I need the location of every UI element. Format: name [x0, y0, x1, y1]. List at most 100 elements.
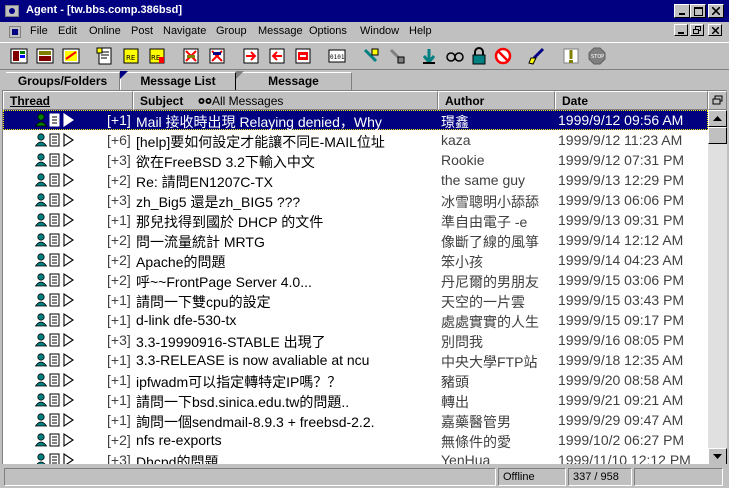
- message-author: 丹尼爾的男朋友: [441, 274, 539, 290]
- message-date: 1999/9/15 03:06 PM: [558, 272, 685, 288]
- person-icon: [35, 413, 48, 427]
- toolbar-button-17[interactable]: [468, 45, 490, 67]
- message-row[interactable]: [+1] d-link dfe-530-tx 處處實實的人生 1999/9/15 09…: [3, 310, 708, 330]
- message-row[interactable]: [+3] zh_Big5 還是zh_BIG5 ??? 冰雪聰明小舔舔 1999/9/1…: [3, 190, 708, 210]
- column-subject[interactable]: Subject All Messages: [133, 91, 438, 110]
- column-chooser-button[interactable]: [708, 91, 727, 110]
- vertical-scrollbar[interactable]: [708, 110, 727, 464]
- person-icon: [35, 173, 48, 187]
- toolbar-button-11[interactable]: [292, 45, 314, 67]
- menu-window[interactable]: Window: [360, 25, 399, 37]
- message-row[interactable]: [+1] 3.3-RELEASE is now avaliable at ncu 中…: [3, 350, 708, 370]
- toolbar-button-12[interactable]: 0101: [326, 45, 348, 67]
- tab-groups-folders[interactable]: Groups/Folders: [6, 72, 120, 90]
- thread-count: [+6]: [107, 132, 131, 148]
- message-row[interactable]: [+1] Mail 接收時出現 Relaying denied，Why 璟鑫 1999…: [3, 110, 708, 130]
- previous-icon: [269, 48, 285, 64]
- mdi-minimize-button[interactable]: [674, 24, 688, 36]
- menu-navigate[interactable]: Navigate: [163, 25, 206, 37]
- scroll-up-button[interactable]: [708, 110, 727, 127]
- message-status-icons: [35, 353, 74, 367]
- tab-message-list[interactable]: Message List: [120, 72, 236, 90]
- close-button[interactable]: [708, 4, 724, 18]
- status-message-pane: [4, 468, 496, 486]
- maximize-button[interactable]: [690, 4, 706, 18]
- toolbar-button-7[interactable]: [180, 45, 202, 67]
- message-row[interactable]: [+1] ipfwadm可以指定轉特定IP嗎？？ 豬頭 1999/9/20 08:58…: [3, 370, 708, 390]
- message-row[interactable]: [+2] 呼~~FrontPage Server 4.0... 丹尼爾的男朋友 199…: [3, 270, 708, 290]
- tab-message[interactable]: Message: [236, 72, 352, 90]
- message-subject: Apache的問題: [136, 254, 226, 270]
- person-icon: [35, 393, 48, 407]
- toolbar-button-4[interactable]: [94, 45, 116, 67]
- title-bar[interactable]: Agent - [tw.bbs.comp.386bsd]: [0, 0, 729, 22]
- toolbar-button-10[interactable]: [266, 45, 288, 67]
- toolbar-button-2[interactable]: [34, 45, 56, 67]
- toolbar-button-8[interactable]: [206, 45, 228, 67]
- menu-file[interactable]: File: [30, 25, 48, 37]
- message-row[interactable]: [+1] 詢問一個sendmail-8.9.3 + freebsd-2.2. 嘉藥醫…: [3, 410, 708, 430]
- document-icon: [49, 453, 60, 464]
- menu-options[interactable]: Options: [309, 25, 347, 37]
- mdi-restore-button[interactable]: [690, 24, 704, 36]
- scroll-down-button[interactable]: [708, 448, 727, 464]
- message-row[interactable]: [+3] Dhcpd的問題 YenHua 1999/11/10 12:12 PM: [3, 450, 708, 464]
- message-row[interactable]: [+2] Apache的問題 笨小孩 1999/9/14 04:23 AM: [3, 250, 708, 270]
- message-row[interactable]: [+1] 請問一下雙cpu的設定 天空的一片雲 1999/9/15 03:43 PM: [3, 290, 708, 310]
- menu-edit[interactable]: Edit: [58, 25, 77, 37]
- column-thread[interactable]: Thread: [3, 91, 133, 110]
- menu-help[interactable]: Help: [409, 25, 432, 37]
- message-status-icons: [35, 173, 74, 187]
- message-row[interactable]: [+2] nfs re-exports 無條件的愛 1999/10/2 06:27 P…: [3, 430, 708, 450]
- message-author: 笨小孩: [441, 254, 483, 270]
- document-icon: [49, 393, 60, 407]
- minimize-icon: [677, 31, 684, 34]
- column-date[interactable]: Date: [555, 91, 708, 110]
- mdi-close-button[interactable]: [708, 24, 722, 36]
- maximize-icon: [693, 6, 703, 16]
- message-row[interactable]: [+3] 欲在FreeBSD 3.2下輸入中文 Rookie 1999/9/12 07…: [3, 150, 708, 170]
- toolbar-button-3[interactable]: [60, 45, 82, 67]
- thread-count: [+2]: [107, 172, 131, 188]
- toolbar-button-5[interactable]: RE: [120, 45, 142, 67]
- toolbar-button-6[interactable]: RE: [146, 45, 168, 67]
- column-author[interactable]: Author: [438, 91, 555, 110]
- person-icon: [35, 433, 48, 447]
- toolbar-button-14[interactable]: [386, 45, 408, 67]
- thread-count: [+3]: [107, 452, 131, 464]
- toolbar-button-15[interactable]: [418, 45, 440, 67]
- document-icon: [49, 333, 60, 347]
- toolbar-button-16[interactable]: [444, 45, 466, 67]
- filter-label[interactable]: All Messages: [212, 94, 283, 108]
- toolbar-button-9[interactable]: [240, 45, 262, 67]
- toolbar-button-21[interactable]: STOP: [586, 45, 608, 67]
- toolbar-button-13[interactable]: [360, 45, 382, 67]
- minimize-button[interactable]: [674, 4, 690, 18]
- message-status-icons: [35, 253, 74, 267]
- message-row[interactable]: [+2] 問一流量統計 MRTG 像斷了線的風箏 1999/9/14 12:12 AM: [3, 230, 708, 250]
- scroll-thumb[interactable]: [708, 127, 727, 144]
- toolbar-button-19[interactable]: [526, 45, 548, 67]
- menu-online[interactable]: Online: [89, 25, 121, 37]
- message-row[interactable]: [+3] 3.3-19990916-STABLE 出現了 別問我 1999/9/16 …: [3, 330, 708, 350]
- document-icon[interactable]: [8, 25, 22, 39]
- message-date: 1999/11/10 12:12 PM: [558, 452, 691, 464]
- agent-app-icon[interactable]: [4, 3, 20, 19]
- toolbar-button-20[interactable]: [560, 45, 582, 67]
- message-row[interactable]: [+1] 請問一下bsd.sinica.edu.tw的問題.. 轉出 1999/9/2…: [3, 390, 708, 410]
- play-arrow-icon: [63, 313, 74, 327]
- message-row[interactable]: [+6] [help]要如何設定才能讓不同E-MAIL位址 kaza 1999/9/1…: [3, 130, 708, 150]
- message-date: 1999/9/12 11:23 AM: [558, 132, 683, 148]
- thread-count: [+2]: [107, 432, 131, 448]
- menu-message[interactable]: Message: [258, 25, 303, 37]
- menu-group[interactable]: Group: [216, 25, 247, 37]
- message-row[interactable]: [+2] Re: 請問EN1207C-TX the same guy 1999/9/1…: [3, 170, 708, 190]
- mark-read-icon: [363, 48, 379, 63]
- message-list[interactable]: Thread Subject All Messages Author Date …: [2, 90, 727, 464]
- message-date: 1999/9/20 08:58 AM: [558, 372, 684, 388]
- menu-post[interactable]: Post: [131, 25, 153, 37]
- message-row[interactable]: [+1] 那兒找得到國於 DHCP 的文件 準自由電子 -e 1999/9/13 09…: [3, 210, 708, 230]
- toolbar-button-1[interactable]: [8, 45, 30, 67]
- toolbar-button-18[interactable]: [492, 45, 514, 67]
- mark-unread-icon: [389, 48, 405, 64]
